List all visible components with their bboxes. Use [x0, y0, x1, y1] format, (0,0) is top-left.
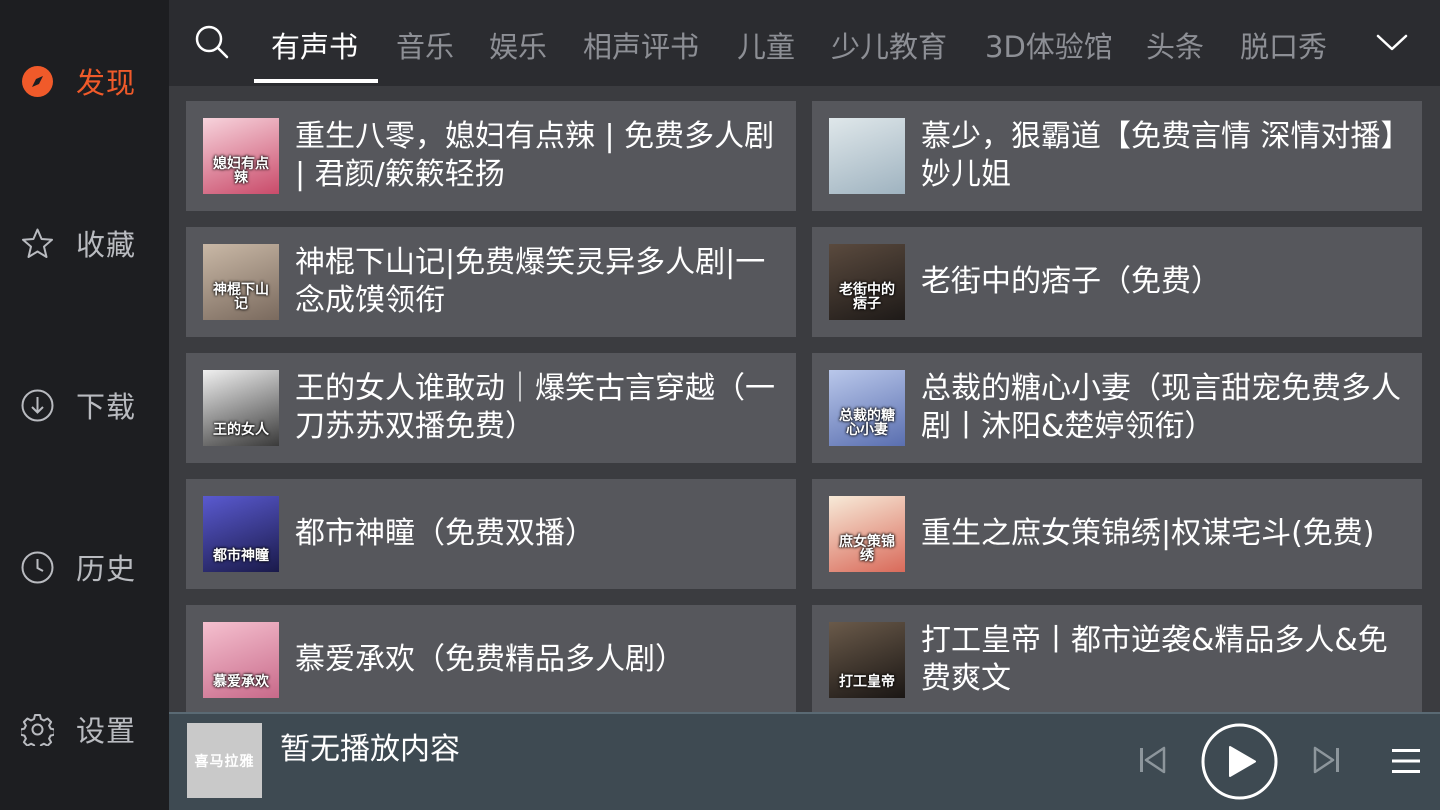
tab-talk-show[interactable]: 脱口秀	[1240, 24, 1327, 66]
sidebar-item-download[interactable]: 下载	[0, 375, 169, 435]
book-cover-text: 慕爱承欢	[213, 674, 269, 691]
active-tab-indicator	[254, 79, 378, 83]
book-title: 总裁的糖心小妻（现言甜宠免费多人剧丨沐阳&楚婷领衔）	[921, 371, 1401, 444]
book-title: 重生八零，媳妇有点辣 | 免费多人剧 | 君颜/簌簌轻扬	[295, 119, 775, 192]
menu-icon[interactable]	[1391, 747, 1421, 779]
book-title: 王的女人谁敢动｜爆笑古言穿越（一刀苏苏双播免费）	[295, 371, 775, 444]
tab-music[interactable]: 音乐	[396, 24, 454, 66]
sidebar-item-favorites[interactable]: 收藏	[0, 213, 169, 273]
book-cover-text: 王的女人	[213, 422, 269, 439]
book-cover-image: 媳妇有点辣	[203, 118, 279, 194]
book-card[interactable]: 老街中的痞子 老街中的痞子（免费）	[812, 227, 1422, 337]
next-icon[interactable]	[1312, 745, 1342, 779]
book-card[interactable]: 王的女人 王的女人谁敢动｜爆笑古言穿越（一刀苏苏双播免费）	[186, 353, 796, 463]
sidebar-item-history[interactable]: 历史	[0, 537, 169, 597]
sidebar-item-label: 下载	[76, 390, 137, 424]
tab-audiobooks[interactable]: 有声书	[271, 24, 358, 66]
book-title: 都市神瞳（免费双播）	[295, 516, 595, 551]
book-cover-text: 庶女策锦绣	[839, 533, 895, 565]
tab-entertainment[interactable]: 娱乐	[489, 24, 547, 66]
book-title: 慕少，狠霸道【免费言情 深情对播】妙儿姐	[921, 119, 1396, 192]
prev-icon[interactable]	[1137, 745, 1167, 779]
book-card[interactable]: 总裁的糖心小妻 总裁的糖心小妻（现言甜宠免费多人剧丨沐阳&楚婷领衔）	[812, 353, 1422, 463]
clock-icon	[21, 551, 54, 584]
book-cover-text: 老街中的痞子	[839, 281, 895, 313]
play-icon[interactable]	[1201, 723, 1278, 804]
cover-logo-text: 喜马拉雅	[194, 753, 255, 770]
player-bar: 喜马拉雅 暂无播放内容	[169, 712, 1440, 810]
category-tabs-bar: 有声书 音乐 娱乐 相声评书 儿童 少儿教育 3D体验馆 头条 脱口秀	[169, 0, 1440, 86]
now-playing-status: 暂无播放内容	[280, 732, 460, 767]
book-title: 老街中的痞子（免费）	[921, 264, 1221, 299]
sidebar-item-label: 历史	[76, 552, 137, 586]
sidebar-item-discover[interactable]: 发现	[0, 51, 169, 111]
book-card[interactable]: 打工皇帝 打工皇帝丨都市逆袭&精品多人&免费爽文	[812, 605, 1422, 712]
book-cover-text: 打工皇帝	[839, 674, 895, 691]
tab-children[interactable]: 儿童	[737, 24, 795, 66]
book-cover-image: 庶女策锦绣	[829, 496, 905, 572]
sidebar-item-label: 发现	[76, 66, 137, 100]
book-card[interactable]: 神棍下山记 神棍下山记|免费爆笑灵异多人剧|一念成馍领衔	[186, 227, 796, 337]
tab-headlines[interactable]: 头条	[1146, 24, 1204, 66]
sidebar-item-label: 设置	[76, 714, 137, 748]
book-cover-text: 都市神瞳	[213, 548, 269, 565]
book-card[interactable]: 媳妇有点辣 重生八零，媳妇有点辣 | 免费多人剧 | 君颜/簌簌轻扬	[186, 101, 796, 211]
download-icon	[21, 389, 54, 422]
book-card[interactable]: 慕爱承欢 慕爱承欢（免费精品多人剧）	[186, 605, 796, 712]
star-icon	[21, 227, 54, 260]
book-cover-image: 王的女人	[203, 370, 279, 446]
book-card[interactable]: 慕少，狠霸道【免费言情 深情对播】妙儿姐	[812, 101, 1422, 211]
book-cover-image: 总裁的糖心小妻	[829, 370, 905, 446]
sidebar: 发现 收藏 下载 历史 设置	[0, 0, 169, 810]
now-playing-cover[interactable]: 喜马拉雅	[187, 723, 262, 798]
book-title: 重生之庶女策锦绣|权谋宅斗(免费)	[921, 516, 1375, 551]
book-card[interactable]: 庶女策锦绣 重生之庶女策锦绣|权谋宅斗(免费)	[812, 479, 1422, 589]
tab-crosstalk-storytelling[interactable]: 相声评书	[583, 24, 699, 66]
book-grid: 媳妇有点辣 重生八零，媳妇有点辣 | 免费多人剧 | 君颜/簌簌轻扬 慕少，狠霸道【…	[169, 86, 1440, 712]
book-title: 慕爱承欢（免费精品多人剧）	[295, 642, 685, 677]
book-cover-image: 慕爱承欢	[203, 622, 279, 698]
book-title: 神棍下山记|免费爆笑灵异多人剧|一念成馍领衔	[295, 245, 766, 318]
book-cover-image: 老街中的痞子	[829, 244, 905, 320]
book-card[interactable]: 都市神瞳 都市神瞳（免费双播）	[186, 479, 796, 589]
book-title: 打工皇帝丨都市逆袭&精品多人&免费爽文	[921, 623, 1388, 696]
sidebar-item-settings[interactable]: 设置	[0, 699, 169, 759]
book-cover-image: 打工皇帝	[829, 622, 905, 698]
book-cover-text: 神棍下山记	[213, 281, 269, 313]
book-cover-text: 总裁的糖心小妻	[839, 407, 895, 439]
search-icon[interactable]	[194, 24, 230, 60]
book-cover-image: 都市神瞳	[203, 496, 279, 572]
tab-kids-education[interactable]: 少儿教育	[831, 24, 947, 66]
book-cover-text: 媳妇有点辣	[213, 155, 269, 187]
tab-3d-experience[interactable]: 3D体验馆	[985, 24, 1113, 66]
compass-icon	[21, 65, 54, 98]
book-cover-image: 神棍下山记	[203, 244, 279, 320]
book-cover-image	[829, 118, 905, 194]
gear-icon	[21, 713, 54, 746]
sidebar-item-label: 收藏	[76, 228, 137, 262]
chevron-down-icon[interactable]	[1374, 28, 1410, 56]
